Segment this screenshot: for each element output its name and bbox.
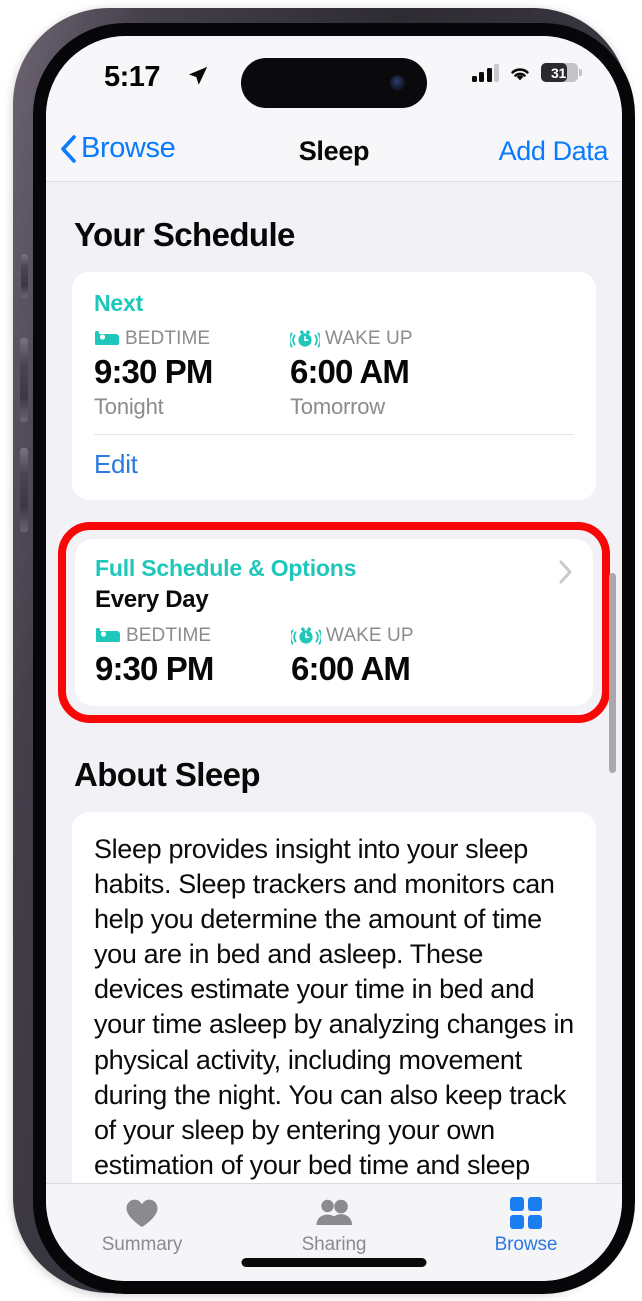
status-bar-indicators: 31 (471, 63, 582, 82)
next-wakeup-time: 6:00 AM (290, 353, 410, 390)
next-wakeup-when: Tomorrow (290, 394, 385, 419)
heart-icon (125, 1196, 159, 1230)
chevron-right-icon (559, 560, 572, 584)
next-schedule-card[interactable]: Next BEDTIME 9:30 PM Tonight WAKE UP 6:0… (72, 272, 596, 500)
grid-icon (510, 1196, 542, 1230)
full-wakeup-label: WAKE UP (326, 625, 414, 646)
dynamic-island (241, 58, 427, 108)
status-bar-time: 5:17 (104, 61, 161, 93)
full-wakeup-column: WAKE UP 6:00 AM (291, 624, 487, 688)
full-schedule-options-card[interactable]: Full Schedule & Options Every Day BEDTIM… (75, 539, 593, 706)
phone-frame: 5:17 31 Browse Sleep Add Data Your Sched… (13, 8, 635, 1294)
navigation-bar: Browse Sleep Add Data (46, 120, 622, 182)
edit-schedule-button[interactable]: Edit (94, 435, 574, 500)
full-schedule-columns: BEDTIME 9:30 PM WAKE UP 6:00 AM (95, 624, 573, 688)
full-wakeup-time: 6:00 AM (291, 650, 411, 687)
about-sleep-heading: About Sleep (74, 756, 261, 793)
next-wakeup-label: WAKE UP (325, 328, 413, 349)
next-bedtime-time: 9:30 PM (94, 353, 213, 390)
battery-icon: 31 (541, 63, 582, 82)
signal-bars-icon (471, 63, 499, 82)
silent-switch-button[interactable] (21, 254, 28, 298)
volume-down-button[interactable] (20, 448, 28, 532)
about-sleep-card: Sleep provides insight into your sleep h… (72, 812, 596, 1183)
bed-icon (96, 628, 120, 642)
battery-percent-label: 31 (551, 64, 566, 81)
next-bedtime-column: BEDTIME 9:30 PM Tonight (94, 327, 290, 420)
next-bedtime-when: Tonight (94, 394, 164, 419)
tab-sharing-label: Sharing (301, 1234, 367, 1255)
full-schedule-title: Full Schedule & Options (95, 555, 357, 581)
next-card-eyebrow: Next (94, 290, 144, 316)
alarm-clock-icon (291, 627, 321, 645)
location-arrow-icon (188, 66, 208, 85)
tab-summary[interactable]: Summary (46, 1184, 238, 1281)
next-bedtime-label: BEDTIME (125, 328, 211, 349)
full-bedtime-time: 9:30 PM (95, 650, 214, 687)
phone-screen: 5:17 31 Browse Sleep Add Data Your Sched… (46, 36, 622, 1281)
full-bedtime-column: BEDTIME 9:30 PM (95, 624, 291, 688)
tab-bar: Summary Sharing Browse (46, 1183, 622, 1281)
wifi-icon (511, 67, 529, 80)
home-indicator[interactable] (241, 1258, 427, 1267)
people-icon (314, 1196, 354, 1230)
about-sleep-body: Sleep provides insight into your sleep h… (94, 834, 574, 1180)
full-schedule-repeat: Every Day (95, 586, 209, 613)
your-schedule-heading: Your Schedule (74, 216, 295, 253)
add-data-button[interactable]: Add Data (499, 136, 609, 167)
full-bedtime-label: BEDTIME (126, 625, 212, 646)
bed-icon (95, 331, 119, 345)
tab-browse[interactable]: Browse (430, 1184, 622, 1281)
vertical-scrollbar[interactable] (609, 573, 616, 773)
status-bar: 5:17 31 (46, 36, 622, 120)
volume-up-button[interactable] (20, 338, 28, 422)
tab-summary-label: Summary (101, 1234, 183, 1255)
alarm-clock-icon (290, 330, 320, 348)
tab-browse-label: Browse (494, 1234, 558, 1255)
screenshot-stage: 5:17 31 Browse Sleep Add Data Your Sched… (0, 0, 642, 1301)
annotation-highlight-box: Full Schedule & Options Every Day BEDTIM… (58, 522, 610, 723)
next-card-columns: BEDTIME 9:30 PM Tonight WAKE UP 6:00 AM … (94, 327, 574, 420)
scroll-content[interactable]: Your Schedule Next BEDTIME 9:30 PM Tonig… (46, 183, 622, 1183)
next-wakeup-column: WAKE UP 6:00 AM Tomorrow (290, 327, 486, 420)
front-camera-icon (390, 75, 405, 91)
